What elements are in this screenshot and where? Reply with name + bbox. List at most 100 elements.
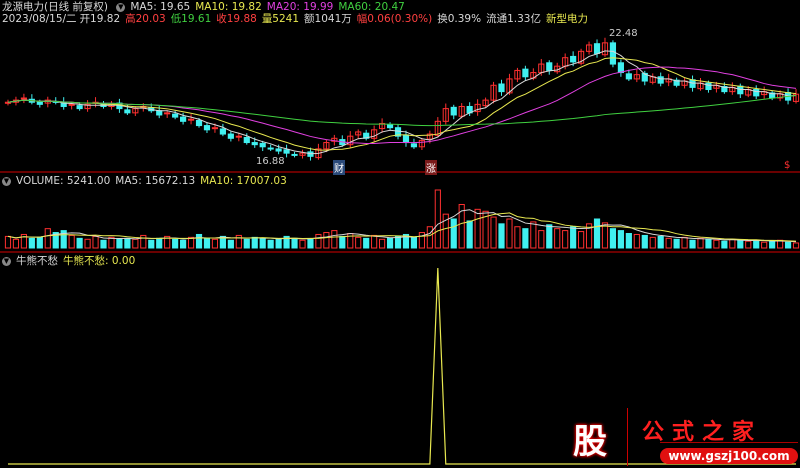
volume-bar bbox=[649, 236, 656, 249]
volume-bar bbox=[315, 233, 322, 249]
volume-bar bbox=[371, 234, 378, 249]
volume-header: ▼ VOLUME: 5241.00 MA5: 15672.13 MA10: 17007… bbox=[2, 175, 292, 187]
volume-bar bbox=[379, 238, 386, 249]
candle-body bbox=[570, 55, 577, 63]
volume-bar bbox=[753, 239, 760, 249]
volume-bar bbox=[554, 228, 561, 249]
volume-bar bbox=[609, 228, 617, 249]
candle-body bbox=[20, 97, 27, 100]
pane-divider[interactable] bbox=[0, 251, 800, 253]
volume-bar bbox=[737, 239, 744, 249]
volume-bar bbox=[227, 239, 234, 249]
candle-body bbox=[450, 106, 457, 116]
volume-bar bbox=[784, 241, 792, 249]
finance-event-marker[interactable]: 财 bbox=[333, 160, 345, 175]
volume-bar bbox=[275, 238, 282, 249]
volume-bar bbox=[116, 238, 123, 249]
candle-body bbox=[227, 133, 234, 139]
volume-bar bbox=[713, 239, 720, 249]
candle-body bbox=[609, 42, 617, 65]
volume-bar bbox=[410, 236, 418, 249]
candle-body bbox=[617, 62, 624, 74]
volume-bar bbox=[745, 240, 752, 249]
chart-canvas[interactable] bbox=[0, 0, 800, 468]
volume-bar bbox=[339, 235, 346, 249]
indicator-header: ▼ 牛熊不愁 牛熊不愁: 0.00 bbox=[2, 255, 140, 267]
stock-chart-window: 龙源电力(日线 前复权) ▼ MA5: 19.65 MA10: 19.82 MA20:… bbox=[0, 0, 800, 468]
volume-bar bbox=[466, 220, 473, 249]
volume-bar bbox=[243, 238, 250, 249]
candle-body bbox=[267, 147, 274, 150]
volume-bar bbox=[633, 233, 640, 249]
volume-bar bbox=[28, 237, 35, 249]
gszj-logo: 股 公式之家 www.gszj100.com bbox=[560, 408, 800, 468]
volume-bar bbox=[593, 218, 601, 249]
volume-bar bbox=[84, 238, 91, 249]
candle-body bbox=[156, 110, 163, 116]
volume-bar bbox=[195, 233, 203, 249]
candle-body bbox=[187, 118, 195, 121]
volume-bar bbox=[211, 238, 219, 249]
volume-bar bbox=[697, 237, 704, 249]
volume-bar bbox=[363, 237, 370, 249]
volume-bar bbox=[124, 237, 131, 249]
candle-body bbox=[203, 125, 211, 131]
volume-bar bbox=[76, 237, 83, 249]
volume-bar bbox=[514, 226, 521, 249]
volume-bar bbox=[92, 235, 99, 249]
candle-body bbox=[219, 128, 226, 135]
volume-bar bbox=[522, 228, 529, 249]
candle-body bbox=[172, 113, 179, 118]
dividend-marker[interactable]: $ bbox=[783, 160, 791, 171]
candle-body bbox=[76, 105, 83, 110]
logo-char: 股 bbox=[573, 422, 607, 462]
logo-url: www.gszj100.com bbox=[660, 448, 798, 464]
volume-ma5: MA5: 15672.13 bbox=[115, 175, 196, 187]
volume-bar bbox=[578, 231, 585, 249]
candle-body bbox=[36, 101, 43, 105]
volume-bar bbox=[657, 235, 664, 249]
volume-bar bbox=[180, 239, 187, 249]
volume-bar bbox=[307, 238, 314, 249]
volume-bar bbox=[251, 236, 258, 249]
indicator-value: 牛熊不愁: 0.00 bbox=[63, 255, 136, 267]
volume-bar bbox=[434, 189, 441, 249]
candle-body bbox=[753, 89, 760, 97]
volume-bar bbox=[665, 237, 672, 249]
candle-body bbox=[410, 143, 418, 148]
volume-bar bbox=[617, 230, 624, 249]
volume-bar bbox=[331, 230, 338, 249]
volume-bar bbox=[562, 230, 569, 249]
volume-bar bbox=[36, 236, 43, 249]
volume-bar bbox=[4, 235, 12, 249]
volume-bar bbox=[538, 230, 545, 249]
candle-body bbox=[211, 127, 219, 130]
volume-bar bbox=[570, 226, 577, 249]
chevron-down-icon[interactable]: ▼ bbox=[2, 256, 11, 266]
candle-body bbox=[657, 76, 664, 84]
volume-bar bbox=[641, 234, 648, 249]
volume-bar bbox=[355, 236, 362, 249]
chevron-down-icon[interactable]: ▼ bbox=[2, 176, 11, 186]
volume-bar bbox=[625, 233, 632, 249]
high-price-label: 22.48 bbox=[609, 28, 638, 39]
candle-body bbox=[402, 134, 410, 144]
candle-body bbox=[705, 82, 712, 91]
rise-event-marker[interactable]: 涨 bbox=[425, 160, 437, 175]
volume-bar bbox=[450, 218, 457, 249]
volume-bar bbox=[673, 238, 680, 249]
volume-bar bbox=[12, 238, 20, 249]
candle-body bbox=[498, 83, 505, 93]
candle-body bbox=[243, 136, 250, 144]
candle-body bbox=[625, 73, 632, 80]
pane-divider[interactable] bbox=[0, 171, 800, 173]
volume-bar bbox=[100, 239, 107, 249]
volume-bar bbox=[291, 237, 298, 249]
indicator-name[interactable]: 牛熊不愁 bbox=[16, 255, 58, 267]
volume-bar bbox=[769, 240, 776, 249]
volume-bar bbox=[426, 226, 433, 249]
candle-body bbox=[275, 148, 282, 152]
candle-body bbox=[164, 112, 171, 115]
volume-value: VOLUME: 5241.00 bbox=[16, 175, 111, 187]
volume-bar bbox=[729, 238, 736, 249]
